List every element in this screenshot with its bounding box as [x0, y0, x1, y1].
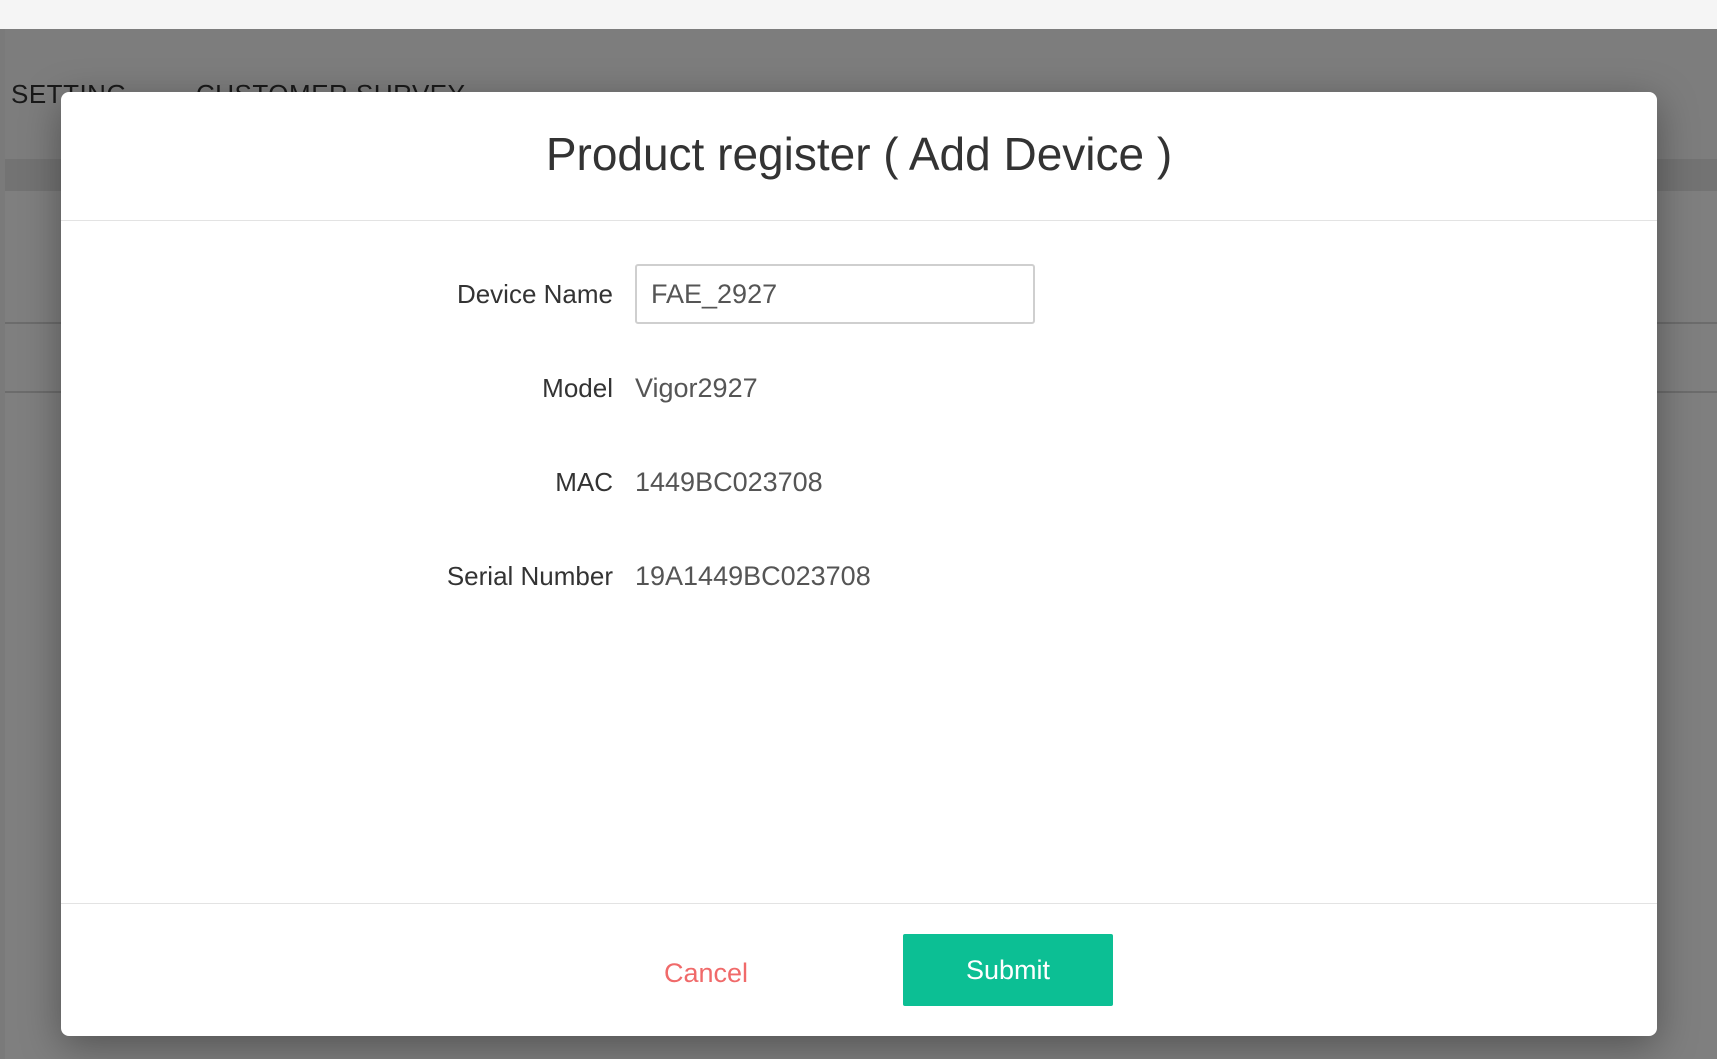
model-row: Model Vigor2927: [61, 358, 1657, 418]
dialog-footer: Cancel Submit: [61, 903, 1657, 1037]
submit-button[interactable]: Submit: [903, 934, 1113, 1006]
dialog-title: Product register ( Add Device ): [545, 128, 1173, 180]
mac-row: MAC 1449BC023708: [61, 452, 1657, 512]
device-name-label: Device Name: [456, 279, 613, 309]
serial-number-label: Serial Number: [446, 561, 613, 591]
mac-label: MAC: [555, 467, 613, 497]
serial-number-row: Serial Number 19A1449BC023708: [61, 546, 1657, 606]
device-name-row: Device Name: [61, 264, 1657, 324]
serial-number-value: 19A1449BC023708: [635, 561, 871, 591]
model-label: Model: [542, 373, 613, 403]
mac-value: 1449BC023708: [635, 467, 823, 497]
cancel-button[interactable]: Cancel: [641, 944, 771, 1000]
model-value: Vigor2927: [635, 373, 758, 403]
add-device-dialog: Product register ( Add Device ) Device N…: [61, 92, 1657, 1036]
page: SETTING CUSTOMER SURVEY Product register…: [0, 0, 1717, 1059]
dialog-header: Product register ( Add Device ): [61, 92, 1657, 221]
device-name-input[interactable]: [635, 264, 1035, 324]
